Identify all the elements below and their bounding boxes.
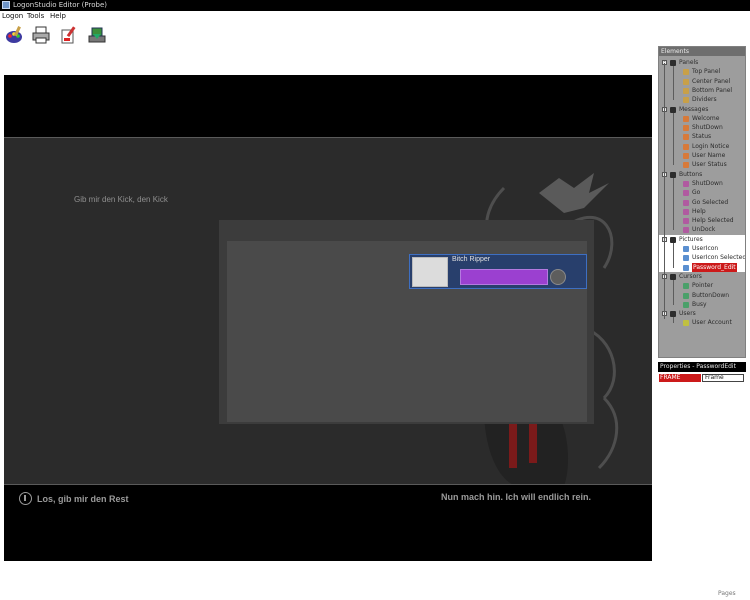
tree-item-label: ShutDown [692,124,723,132]
tree-group-label: Users [679,310,696,318]
power-icon [19,492,32,505]
password-edit[interactable] [460,269,548,285]
element-icon [683,125,689,132]
element-icon [683,97,689,104]
tree-group-label: Panels [679,59,699,66]
tree-item-label: Go [692,189,701,197]
element-icon [683,143,689,150]
tree-item-label: Password_Edit [692,262,737,272]
tree-item-label: UserIcon [692,245,719,252]
user-name: Bitch Ripper [452,256,491,263]
property-key: FRAME [659,374,701,382]
tree-group-label: Messages [679,105,709,113]
element-icon [683,218,689,225]
element-icon [683,283,689,290]
tree-item-label: ButtonDown [692,291,730,299]
title-bar: LogonStudio Editor (Probe) [0,0,750,11]
tree-item-label: User Status [692,161,727,169]
element-icon [683,199,689,206]
element-icon [683,227,689,234]
element-icon [683,255,689,262]
logon-preview: Gib mir den Kick, den Kick Bitch Ripper … [4,75,652,561]
bottom-panel[interactable]: Los, gib mir den Rest Nun mach hin. Ich … [4,485,652,561]
tree-item-label: Bottom Panel [692,86,733,94]
logonstudio-window: LogonStudio Editor (Probe) Logon Tools H… [0,0,750,600]
install-icon[interactable] [86,24,108,46]
tree-item-label: ShutDown [692,179,723,187]
element-icon [683,301,689,308]
top-panel[interactable] [4,75,652,137]
tree-item-label: UserIcon Selected [692,254,746,262]
tree-item-label: Dividers [692,96,717,104]
element-icon [683,162,689,169]
tree-item-label: User Name [692,152,726,159]
properties-panel-header: Properties - PasswordEdit [658,362,746,372]
tree-item-label: Top Panel [692,68,721,76]
tree-item-label: Busy [692,300,707,308]
go-button[interactable] [550,269,566,285]
tree-item-label: Go Selected [692,198,729,206]
palette-icon[interactable] [3,24,25,46]
window-title: LogonStudio Editor (Probe) [13,1,108,9]
user-tile[interactable]: Bitch Ripper [409,254,587,289]
brush-icon[interactable] [58,24,80,46]
properties-panel: Properties - PasswordEdit FRAME Frame [658,362,746,382]
element-icon [683,190,689,197]
user-icon[interactable] [412,257,448,287]
element-icon [683,134,689,141]
tree-line [673,66,674,101]
tree-line [673,317,674,324]
tree-item-label: Welcome [692,114,720,122]
element-icon [683,115,689,122]
elements-panel-header: Elements [659,47,745,56]
printer-icon[interactable] [30,24,52,46]
tree-item-label: Center Panel [692,77,731,85]
element-icon [683,320,689,327]
element-icon [683,87,689,94]
tree-item-label: Help Selected [692,217,734,225]
menu-tools[interactable]: Tools [27,11,44,22]
welcome-message[interactable]: Gib mir den Kick, den Kick [74,195,168,204]
tree-line [673,112,674,166]
shutdown-button[interactable]: Los, gib mir den Rest [19,492,129,506]
tree-item-label: UnDock [692,226,716,234]
tree-line [673,242,674,268]
element-icon [683,69,689,76]
tree-item-label: User Account [692,319,732,327]
tree-item-label: Status [692,133,712,141]
elements-panel: Elements - Panels Top Panel Center Panel Bot… [658,46,746,358]
element-icon [683,153,689,159]
tree-item-label: Login Notice [692,142,730,150]
tree-group-label: Buttons [679,170,703,178]
app-icon [2,1,10,9]
element-icon [683,78,689,85]
tree-item-label: Pointer [692,282,714,290]
element-icon [683,292,689,299]
property-value[interactable]: Frame [702,374,744,382]
status-text: Pages [718,590,736,597]
menu-help[interactable]: Help [50,11,66,22]
tree-item-label: Help [692,207,706,215]
element-icon [683,208,689,215]
element-icon [683,264,689,271]
tree-line [673,279,674,305]
tree-group-label: Pictures [679,235,703,243]
element-icon [683,180,689,187]
element-icon [683,246,689,252]
property-row[interactable]: FRAME Frame [658,374,746,382]
tree-line [673,177,674,231]
tree-group-label: Cursors [679,272,702,280]
login-notice: Nun mach hin. Ich will endlich rein. [441,492,592,502]
menu-bar: Logon Tools Help [0,11,750,22]
shutdown-label: Los, gib mir den Rest [37,493,129,504]
tree-root-line [664,63,665,320]
menu-logon[interactable]: Logon [2,11,23,22]
